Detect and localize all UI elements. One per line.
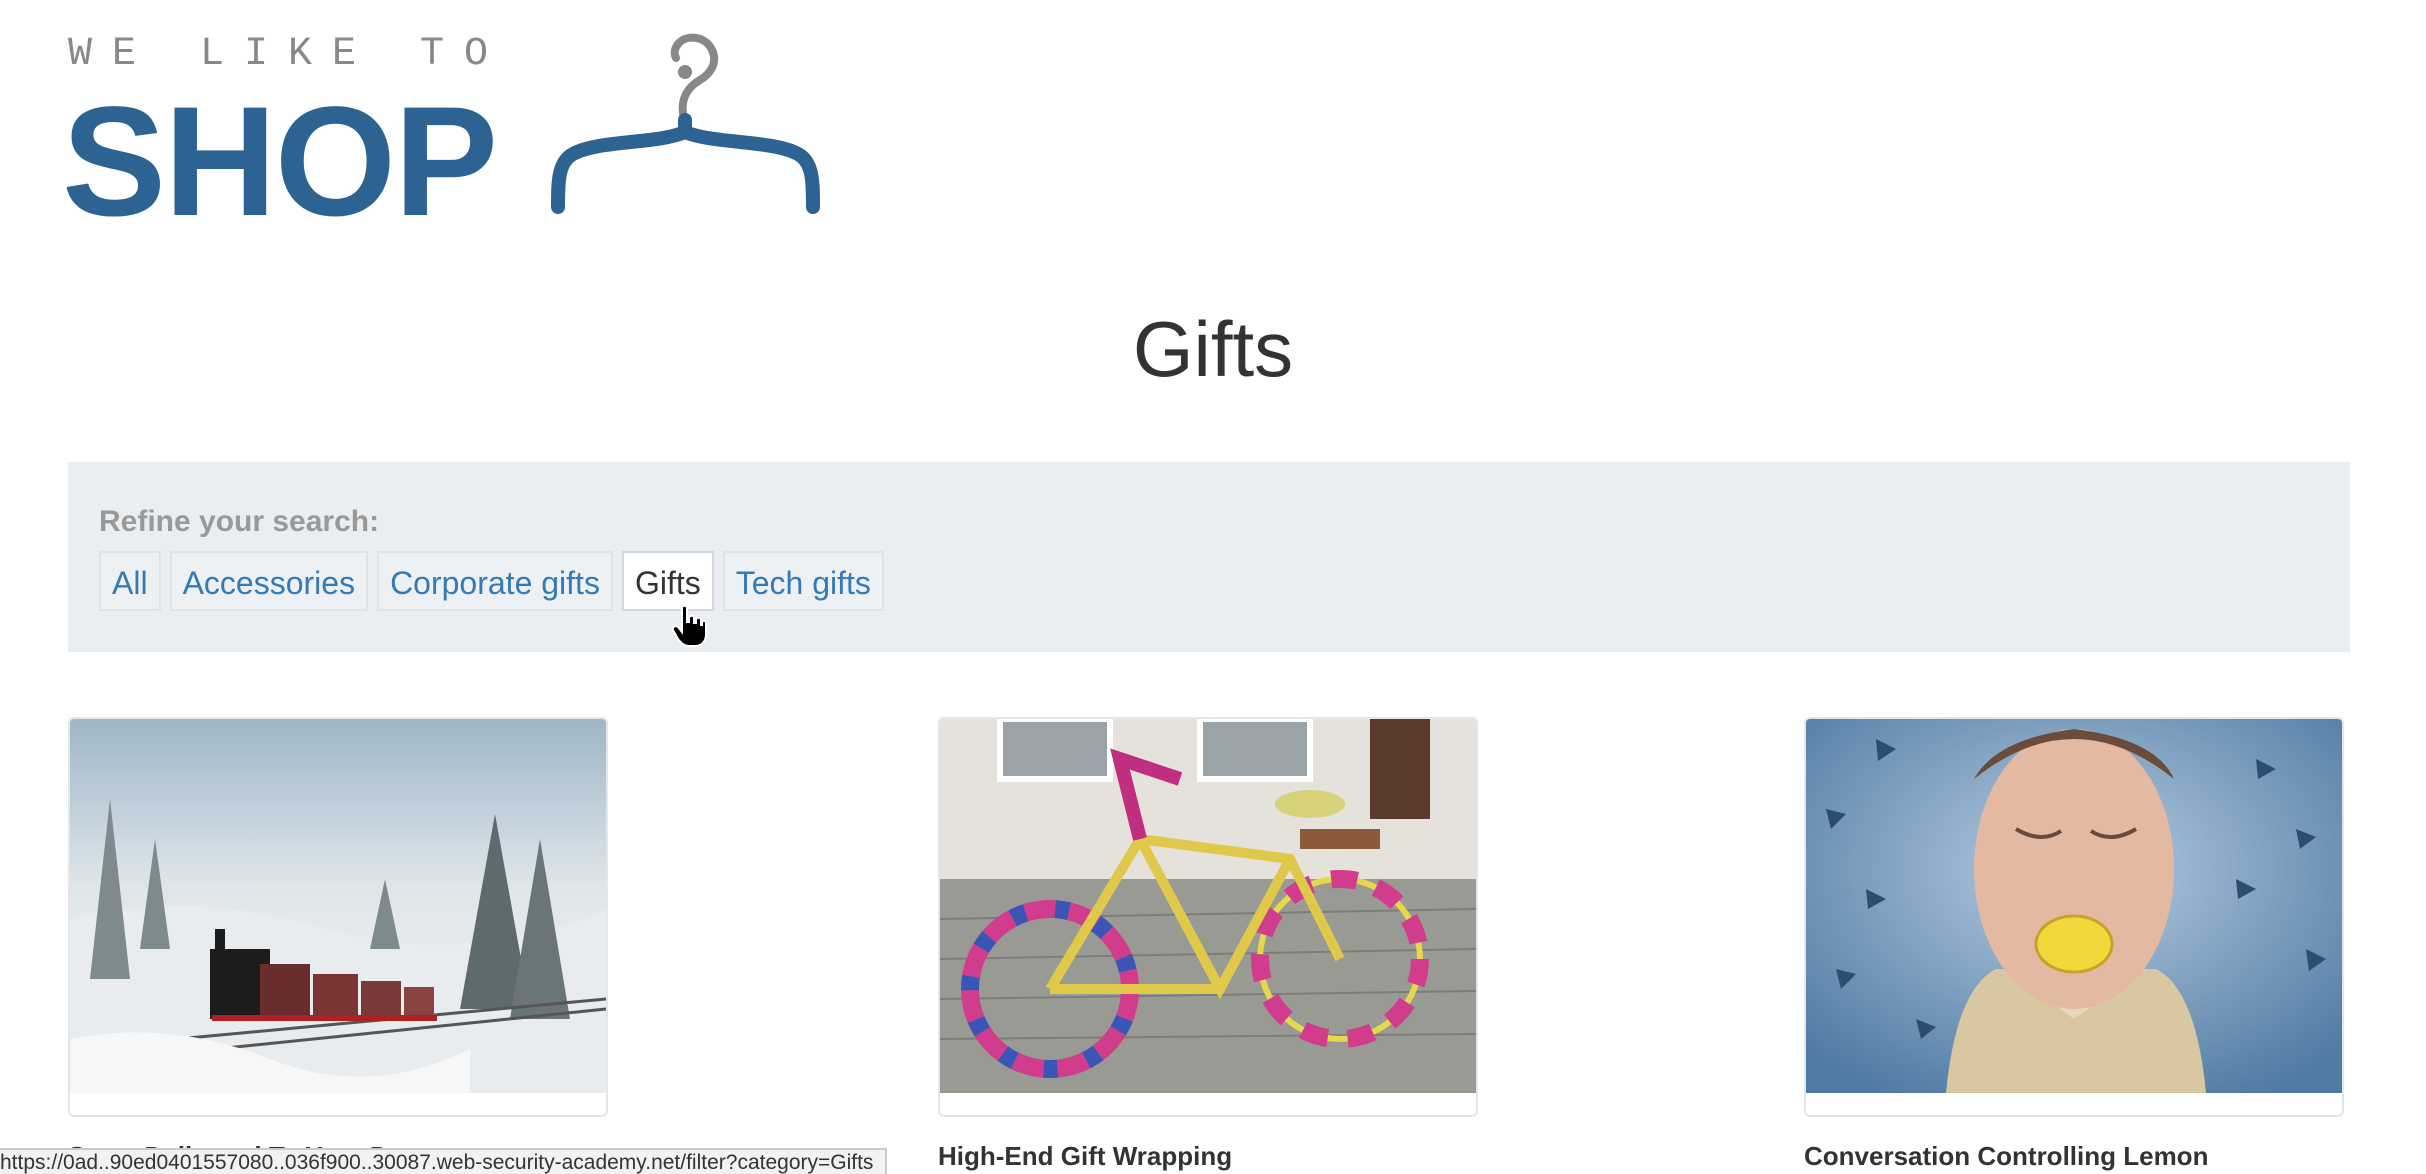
filter-tech-gifts[interactable]: Tech gifts <box>722 551 884 611</box>
product-name[interactable]: Conversation Controlling Lemon <box>1804 1141 2344 1172</box>
refine-label: Refine your search: <box>99 505 380 538</box>
filter-accessories[interactable]: Accessories <box>169 551 369 611</box>
filter-corporate-gifts[interactable]: Corporate gifts <box>377 551 613 611</box>
yarn-bombed-bicycle-image <box>940 719 1476 1093</box>
product-card[interactable]: High-End Gift Wrapping <box>938 717 1478 1172</box>
product-name[interactable]: High-End Gift Wrapping <box>938 1141 1478 1172</box>
browser-status-bar-url: https://0ad..90ed0401557080..036f900..30… <box>0 1148 888 1174</box>
hand-cursor-icon <box>672 604 707 647</box>
site-logo[interactable]: WE LIKE TO SHOP <box>62 32 820 240</box>
filter-all[interactable]: All <box>99 551 161 611</box>
man-biting-lemon-image <box>1806 719 2342 1093</box>
filter-panel: Refine your search: All Accessories Corp… <box>68 462 2350 652</box>
product-image[interactable] <box>1804 717 2344 1117</box>
product-image[interactable] <box>68 717 608 1117</box>
logo-tagline: WE LIKE TO <box>68 32 509 77</box>
product-card[interactable]: Conversation Controlling Lemon <box>1804 717 2344 1172</box>
logo-wordmark: SHOP <box>62 75 498 249</box>
steam-train-in-snow-image <box>70 719 606 1093</box>
page-title: Gifts <box>1132 305 1294 393</box>
hanger-icon <box>551 33 820 214</box>
filter-gifts[interactable]: Gifts <box>621 551 714 611</box>
product-image[interactable] <box>938 717 1478 1117</box>
product-card[interactable]: Snow Delivered To Your Door <box>68 717 608 1172</box>
category-filter-list: All Accessories Corporate gifts Gifts Te… <box>99 551 884 611</box>
